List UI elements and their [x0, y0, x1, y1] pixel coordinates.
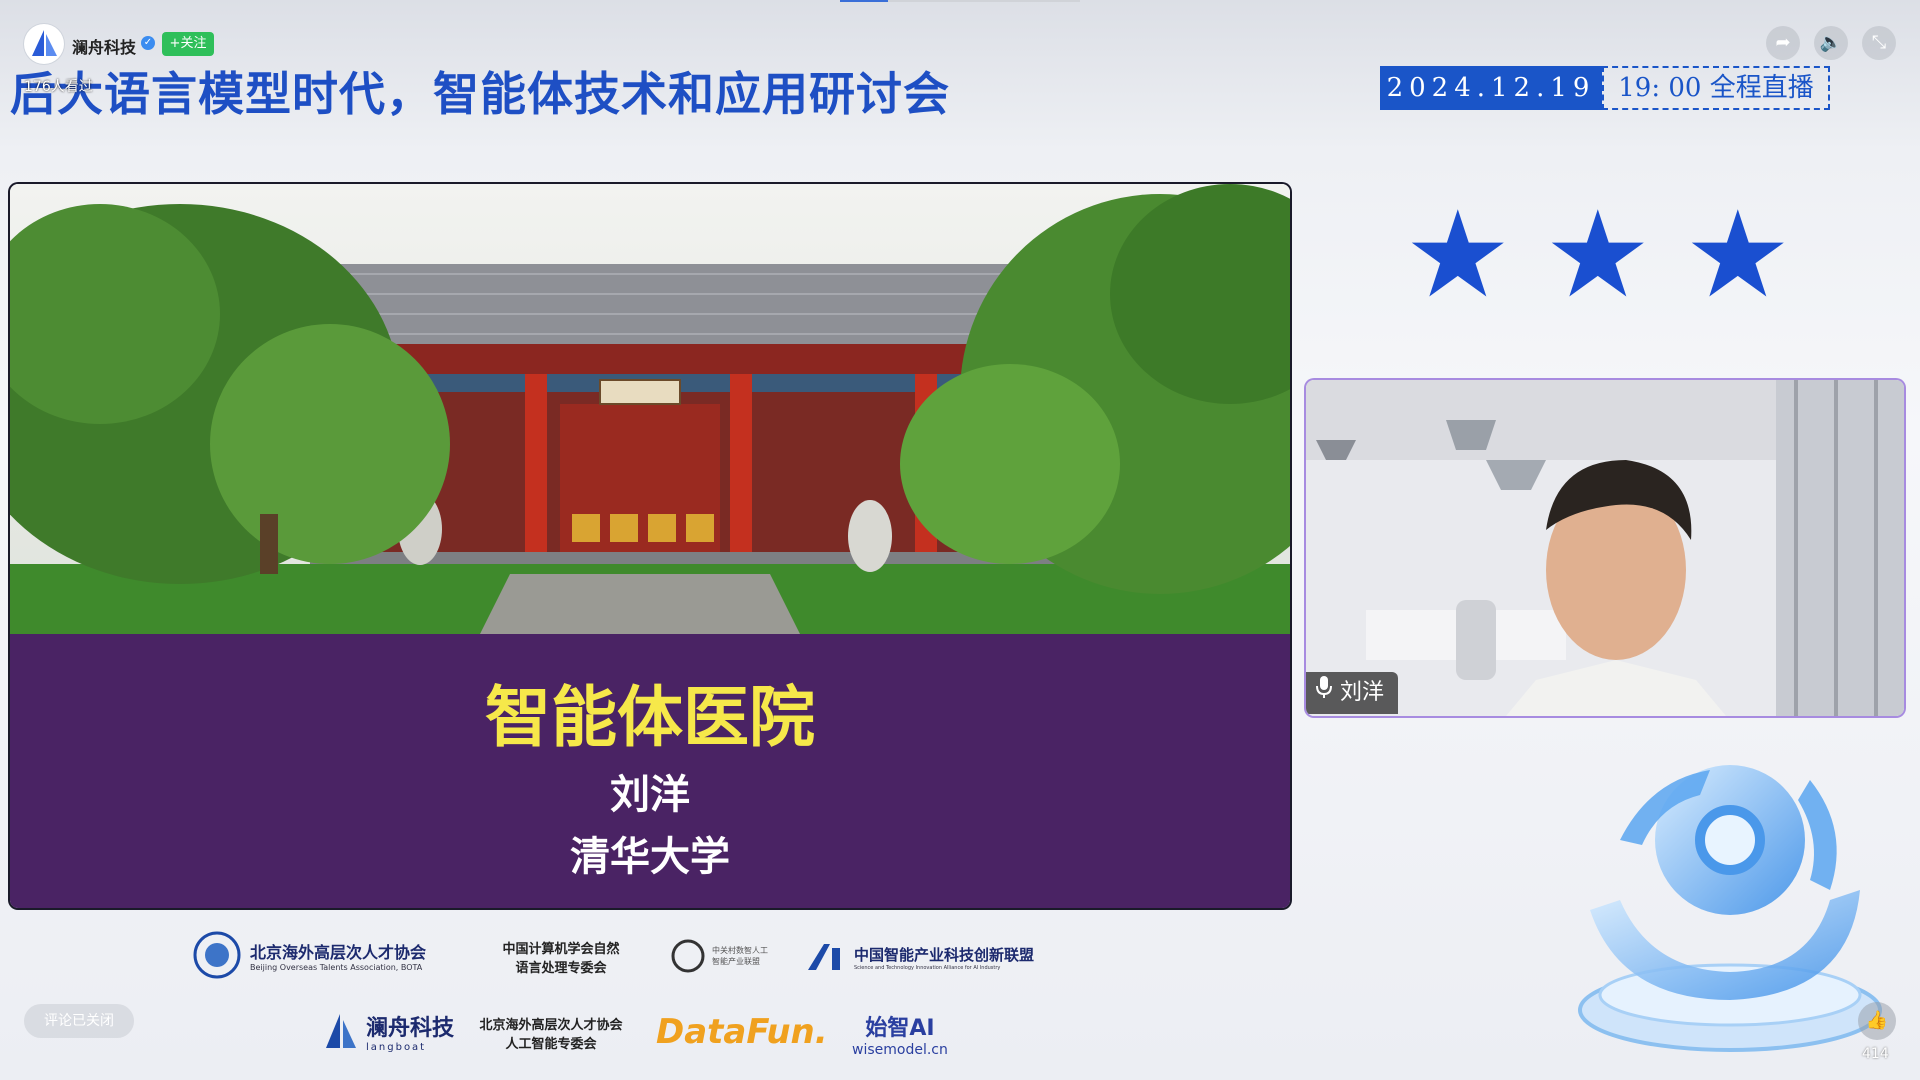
progress-fill [840, 0, 888, 2]
event-datetime: 2024.12.19 19: 00 全程直播 [1380, 66, 1830, 110]
speaker-name-label: 刘洋 [1340, 680, 1385, 705]
speaker-video-frame [1306, 380, 1904, 716]
slide-organization: 清华大学 [570, 834, 730, 880]
sponsor-name: 中国智能产业科技创新联盟 [854, 945, 1035, 964]
sponsor-langboat: 澜舟科技 langboat [324, 1010, 454, 1053]
share-icon[interactable]: ➦ [1766, 26, 1800, 60]
sponsor-ai-alliance: 中国智能产业科技创新联盟 Science and Technology Inno… [806, 942, 1034, 972]
collapse-icon[interactable]: ⤡ [1862, 26, 1896, 60]
campus-building-photo [10, 184, 1290, 634]
event-time: 19: 00 全程直播 [1602, 66, 1830, 110]
event-title: 后大语言模型时代，智能体技术和应用研讨会 [10, 67, 950, 121]
speaker-video[interactable]: 刘洋 [1306, 380, 1904, 716]
sponsor-subtitle: wisemodel.cn [852, 1042, 948, 1058]
sponsor-subtitle: langboat [366, 1042, 427, 1053]
bota-logo-icon [193, 931, 241, 979]
presentation-slide: 智能体医院 刘洋 清华大学 [10, 184, 1290, 908]
star-icon: ★ [1544, 186, 1652, 325]
sponsor-name: 始智AI [865, 1016, 935, 1041]
slide-speaker-name: 刘洋 [610, 772, 690, 818]
sponsor-subtitle: Science and Technology Innovation Allian… [854, 964, 1001, 971]
sponsor-name: 澜舟科技 [366, 1016, 455, 1041]
slide-title: 智能体医院 [485, 679, 815, 756]
viewer-count: 176人看过 [24, 79, 93, 95]
sponsor-name: 中关村数智人工智能产业联盟 [712, 946, 768, 966]
event-date: 2024.12.19 [1380, 66, 1602, 110]
speaker-name-tag: 刘洋 [1306, 672, 1399, 714]
volume-icon[interactable]: 🔈 [1814, 26, 1848, 60]
sponsor-bota: 北京海外高层次人才协会 Beijing Overseas Talents Ass… [192, 930, 426, 980]
sponsor-name: 北京海外高层次人才协会 [250, 942, 427, 962]
thumbs-up-icon: 👍 [1865, 1010, 1889, 1031]
sponsor-bota-ai: 北京海外高层次人才协会人工智能专委会 [479, 1018, 623, 1052]
ai-alliance-logo-icon [808, 944, 840, 970]
like-button[interactable]: 👍 [1858, 1002, 1896, 1040]
channel-name[interactable]: 澜舟科技 [72, 34, 136, 58]
langboat-logo-icon [326, 1013, 356, 1048]
sponsor-ccf-nlp: 中国计算机学会自然语言处理专委会 [502, 942, 620, 976]
follow-button[interactable]: +关注 [162, 32, 214, 56]
zgc-logo-icon [671, 939, 705, 973]
comments-closed-notice: 评论已关闭 [24, 1004, 134, 1038]
star-icon: ★ [1404, 186, 1512, 325]
sponsor-zgc: 中关村数智人工智能产业联盟 [670, 938, 772, 974]
sponsor-datafun: DataFun. [656, 1012, 828, 1052]
decorative-3d-logo [1578, 765, 1882, 1052]
sponsor-subtitle: Beijing Overseas Talents Association, BO… [250, 962, 423, 972]
star-icon: ★ [1684, 186, 1792, 325]
like-count: 414 [1862, 1046, 1889, 1062]
sponsor-wisemodel: 始智AI wisemodel.cn [852, 1010, 948, 1058]
microphone-icon [1316, 672, 1332, 714]
verified-icon: ✓ [141, 36, 155, 50]
